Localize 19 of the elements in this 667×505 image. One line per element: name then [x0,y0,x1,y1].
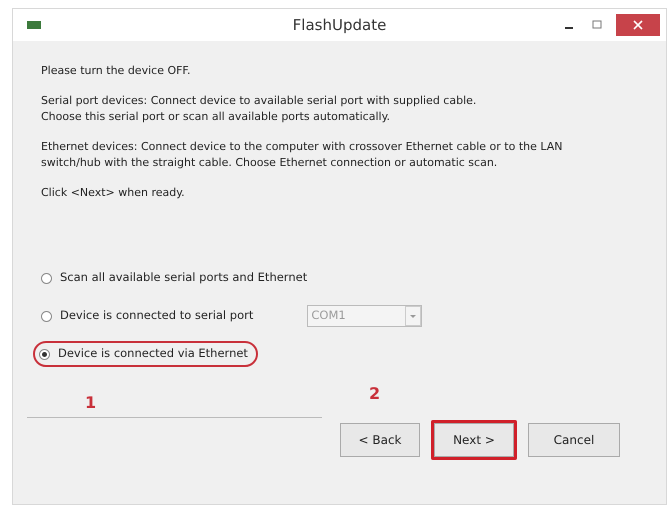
instruction-text: Serial port devices: Connect device to available serial port with supplied cable. Choose this serial port or scan all available ports automatically. [41,93,478,125]
step-number: 2 [369,383,380,405]
radio-button[interactable] [41,272,52,284]
radio-label[interactable]: Device is connected to serial port [60,307,254,325]
radio-button[interactable] [41,310,52,322]
radio-label[interactable]: Device is connected via Ethernet [58,345,248,363]
window-title: FlashUpdate [292,14,388,36]
maximize-icon[interactable] [592,20,602,30]
dialog-button[interactable]: Next > [434,423,514,457]
radio-label[interactable]: Scan all available serial ports and Ethernet [60,269,308,287]
dialog-button[interactable]: < Back [340,423,420,457]
dialog-button[interactable]: Cancel [528,423,620,457]
instruction-text: Click <Next> when ready. [41,185,186,201]
instruction-text: Please turn the device OFF. [41,63,192,79]
app-icon [27,21,41,29]
radio-button[interactable] [39,348,50,360]
close-button[interactable] [616,14,660,36]
instruction-text: Ethernet devices: Connect device to the computer with crossover Ethernet cable or to the LAN switch/hub with the straight cable. Choose Ethernet connection or automatic scan. [41,139,564,171]
step-number: 1 [85,392,96,414]
